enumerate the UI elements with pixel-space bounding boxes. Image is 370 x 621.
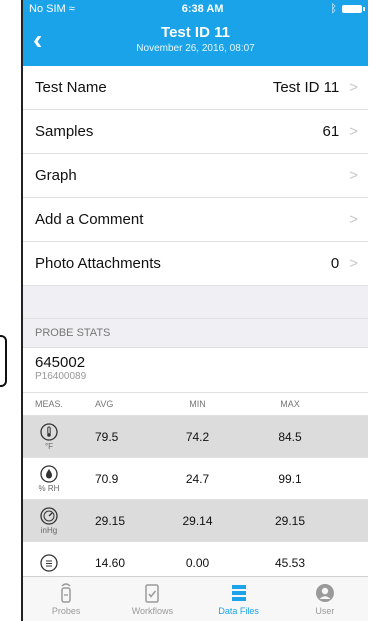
avg-value: 14.60 <box>95 555 126 570</box>
row-label: Samples <box>35 123 94 140</box>
tab-label: Probes <box>51 606 81 616</box>
data-files-icon <box>231 585 246 601</box>
row-label: Add a Comment <box>35 211 144 228</box>
min-value: 0.00 <box>185 555 210 570</box>
column-header-max: MAX <box>280 399 300 409</box>
navigation-bar: ‹ Test ID 11 November 26, 2016, 08:07 <box>23 18 368 66</box>
meas-cell: °F <box>23 422 75 451</box>
tab-data-files[interactable]: Data Files <box>196 577 282 621</box>
left-edge-bracket <box>0 335 7 387</box>
probe-id: 645002 <box>35 354 86 371</box>
row-label: Graph <box>35 167 77 184</box>
row-samples[interactable]: Samples 61 > <box>23 110 368 154</box>
probe-stats-header: PROBE STATS <box>23 319 368 347</box>
bluetooth-icon: ᛒ <box>330 3 337 15</box>
row-label: Test Name <box>35 79 107 96</box>
clipboard-check-icon <box>145 584 160 603</box>
stats-row-pressure: inHg 29.15 29.14 29.15 <box>23 500 368 542</box>
chevron-right-icon: > <box>349 211 358 228</box>
unit-label: % RH <box>38 483 60 493</box>
status-bar: No SIM ≈ 6:38 AM ᛒ <box>23 0 368 18</box>
chevron-right-icon: > <box>349 255 358 272</box>
tab-user[interactable]: User <box>282 577 368 621</box>
detail-list: Test Name Test ID 11 > Samples 61 > Grap… <box>23 66 368 286</box>
phone-screen: No SIM ≈ 6:38 AM ᛒ ‹ Test ID 11 November… <box>21 0 368 621</box>
tab-label: Data Files <box>218 606 259 616</box>
row-value: 0 <box>330 255 340 272</box>
stats-row-temperature: °F 79.5 74.2 84.5 <box>23 416 368 458</box>
unit-label: inHg <box>40 525 58 535</box>
chevron-right-icon: > <box>349 167 358 184</box>
section-gap <box>23 286 368 319</box>
carrier-label: No SIM <box>29 3 66 15</box>
avg-value: 70.9 <box>95 471 119 486</box>
min-value: 74.2 <box>185 429 210 444</box>
avg-value: 79.5 <box>95 429 119 444</box>
probe-serial: P16400089 <box>35 371 87 382</box>
pressure-gauge-icon <box>40 506 58 525</box>
probe-info: 645002 P16400089 <box>23 347 368 393</box>
row-value: 61 <box>322 123 340 140</box>
tab-probes[interactable]: Probes <box>23 577 109 621</box>
meas-cell: inHg <box>23 506 75 535</box>
tab-bar: Probes Workflows Data Files User <box>23 576 368 621</box>
max-value: 99.1 <box>278 471 302 486</box>
row-test-name[interactable]: Test Name Test ID 11 > <box>23 66 368 110</box>
max-value: 29.15 <box>274 513 306 528</box>
carrier: No SIM ≈ <box>29 3 75 15</box>
thermometer-icon <box>40 422 58 441</box>
tab-workflows[interactable]: Workflows <box>109 577 195 621</box>
status-right: ᛒ <box>330 3 365 15</box>
probe-icon <box>61 583 71 603</box>
avg-value: 29.15 <box>95 513 126 528</box>
meas-cell <box>23 553 75 572</box>
battery-icon <box>342 5 365 13</box>
user-icon <box>315 584 334 602</box>
humidity-drop-icon <box>40 464 58 483</box>
max-value: 84.5 <box>278 429 302 444</box>
status-time: 6:38 AM <box>181 3 224 15</box>
chevron-right-icon: > <box>349 79 358 96</box>
row-label: Photo Attachments <box>35 255 161 272</box>
column-header-meas: MEAS. <box>34 399 63 409</box>
meas-cell: % RH <box>23 464 75 493</box>
page-title: Test ID 11 <box>161 24 230 41</box>
chevron-right-icon: > <box>349 123 358 140</box>
wifi-icon: ≈ <box>68 3 75 15</box>
tab-label: Workflows <box>131 606 174 616</box>
row-add-comment[interactable]: Add a Comment > <box>23 198 368 242</box>
row-photo-attachments[interactable]: Photo Attachments 0 > <box>23 242 368 286</box>
stats-row-humidity: % RH 70.9 24.7 99.1 <box>23 458 368 500</box>
row-value: Test ID 11 <box>272 79 340 96</box>
max-value: 45.53 <box>274 555 306 570</box>
column-header-avg: AVG <box>95 399 114 409</box>
page-subtitle: November 26, 2016, 08:07 <box>136 43 255 54</box>
partial-row-icon <box>40 553 58 572</box>
unit-label: °F <box>44 441 54 451</box>
min-value: 29.14 <box>182 513 213 528</box>
tab-label: User <box>315 606 335 616</box>
row-graph[interactable]: Graph > <box>23 154 368 198</box>
column-header-min: MIN <box>189 399 206 409</box>
stats-column-headers: MEAS. AVG MIN MAX <box>23 393 368 416</box>
min-value: 24.7 <box>185 471 210 486</box>
